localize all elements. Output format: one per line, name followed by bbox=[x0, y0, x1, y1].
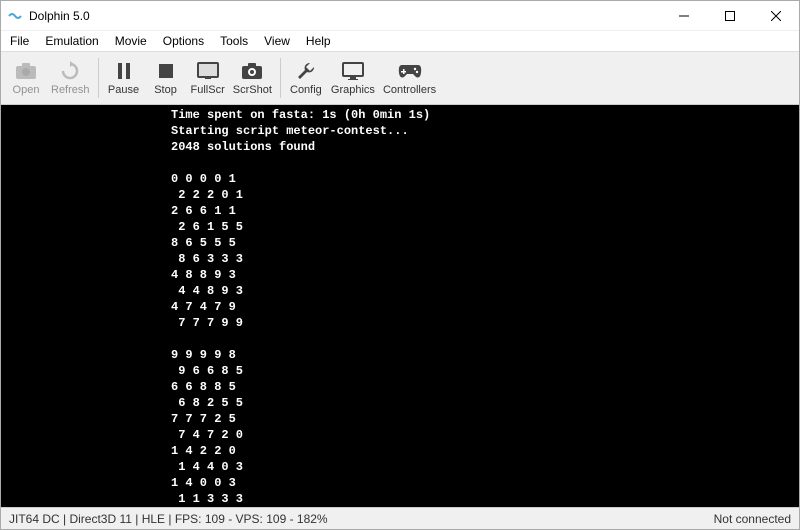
window-title: Dolphin 5.0 bbox=[29, 9, 661, 23]
close-button[interactable] bbox=[753, 1, 799, 31]
menu-file[interactable]: File bbox=[3, 32, 36, 50]
console-line: 1 1 3 3 3 bbox=[1, 491, 799, 507]
console-line: 2 6 1 5 5 bbox=[1, 219, 799, 235]
menu-view[interactable]: View bbox=[257, 32, 297, 50]
status-right: Not connected bbox=[706, 512, 799, 526]
console-line: Starting script meteor-contest... bbox=[1, 123, 799, 139]
console-line: 8 6 3 3 3 bbox=[1, 251, 799, 267]
menu-help[interactable]: Help bbox=[299, 32, 338, 50]
open-label: Open bbox=[13, 84, 40, 96]
graphics-button[interactable]: Graphics bbox=[327, 54, 379, 102]
fullscreen-button[interactable]: FullScr bbox=[187, 54, 229, 102]
config-button[interactable]: Config bbox=[285, 54, 327, 102]
console-line: 8 6 5 5 5 bbox=[1, 235, 799, 251]
console-line: 4 4 8 9 3 bbox=[1, 283, 799, 299]
pause-button[interactable]: Pause bbox=[103, 54, 145, 102]
screenshot-icon bbox=[240, 60, 264, 82]
toolbar-group-emulation: Pause Stop FullScr ScrShot bbox=[103, 54, 276, 102]
screenshot-label: ScrShot bbox=[233, 84, 272, 96]
controllers-button[interactable]: Controllers bbox=[379, 54, 440, 102]
console-line: 7 7 7 9 9 bbox=[1, 315, 799, 331]
stop-label: Stop bbox=[154, 84, 177, 96]
screenshot-button[interactable]: ScrShot bbox=[229, 54, 276, 102]
maximize-icon bbox=[725, 11, 735, 21]
toolbar: Open Refresh Pause Stop FullScr bbox=[1, 51, 799, 105]
window-controls bbox=[661, 1, 799, 31]
pause-label: Pause bbox=[108, 84, 139, 96]
console-line: 7 4 7 2 0 bbox=[1, 427, 799, 443]
app-icon bbox=[7, 8, 23, 24]
monitor-icon bbox=[341, 60, 365, 82]
console-line bbox=[1, 331, 799, 347]
console-line: 2048 solutions found bbox=[1, 139, 799, 155]
menu-emulation[interactable]: Emulation bbox=[38, 32, 105, 50]
config-label: Config bbox=[290, 84, 322, 96]
console-line: 4 7 4 7 9 bbox=[1, 299, 799, 315]
toolbar-group-file: Open Refresh bbox=[5, 54, 94, 102]
titlebar: Dolphin 5.0 bbox=[1, 1, 799, 31]
console-line: 1 4 0 0 3 bbox=[1, 475, 799, 491]
menu-movie[interactable]: Movie bbox=[108, 32, 154, 50]
statusbar: JIT64 DC | Direct3D 11 | HLE | FPS: 109 … bbox=[1, 507, 799, 529]
close-icon bbox=[771, 11, 781, 21]
console-line: Time spent on fasta: 1s (0h 0min 1s) bbox=[1, 107, 799, 123]
toolbar-group-config: Config Graphics Controllers bbox=[285, 54, 440, 102]
toolbar-separator bbox=[98, 58, 99, 98]
console-line: 1 4 2 2 0 bbox=[1, 443, 799, 459]
camera-icon bbox=[14, 60, 38, 82]
stop-icon bbox=[154, 60, 178, 82]
console-line: 9 9 9 9 8 bbox=[1, 347, 799, 363]
app-window: Dolphin 5.0 File Emulation Movie Options… bbox=[0, 0, 800, 530]
menu-tools[interactable]: Tools bbox=[213, 32, 255, 50]
open-button: Open bbox=[5, 54, 47, 102]
menu-options[interactable]: Options bbox=[156, 32, 211, 50]
toolbar-separator bbox=[280, 58, 281, 98]
console-line: 4 8 8 9 3 bbox=[1, 267, 799, 283]
graphics-label: Graphics bbox=[331, 84, 375, 96]
console-line: 2 2 2 0 1 bbox=[1, 187, 799, 203]
minimize-icon bbox=[679, 11, 689, 21]
console-line: 0 0 0 0 1 bbox=[1, 171, 799, 187]
menubar: File Emulation Movie Options Tools View … bbox=[1, 31, 799, 51]
pause-icon bbox=[112, 60, 136, 82]
console-line: 6 8 2 5 5 bbox=[1, 395, 799, 411]
refresh-button: Refresh bbox=[47, 54, 94, 102]
console-line: 1 4 4 0 3 bbox=[1, 459, 799, 475]
refresh-icon bbox=[58, 60, 82, 82]
wrench-icon bbox=[294, 60, 318, 82]
console-line: 2 6 6 1 1 bbox=[1, 203, 799, 219]
console-line: 6 6 8 8 5 bbox=[1, 379, 799, 395]
minimize-button[interactable] bbox=[661, 1, 707, 31]
gamepad-icon bbox=[398, 60, 422, 82]
refresh-label: Refresh bbox=[51, 84, 90, 96]
fullscreen-label: FullScr bbox=[191, 84, 225, 96]
game-render-area: Time spent on fasta: 1s (0h 0min 1s)Star… bbox=[1, 105, 799, 507]
maximize-button[interactable] bbox=[707, 1, 753, 31]
controllers-label: Controllers bbox=[383, 84, 436, 96]
console-line bbox=[1, 155, 799, 171]
fullscreen-icon bbox=[196, 60, 220, 82]
console-line: 9 6 6 8 5 bbox=[1, 363, 799, 379]
console-line: 7 7 7 2 5 bbox=[1, 411, 799, 427]
status-left: JIT64 DC | Direct3D 11 | HLE | FPS: 109 … bbox=[1, 512, 336, 526]
stop-button[interactable]: Stop bbox=[145, 54, 187, 102]
